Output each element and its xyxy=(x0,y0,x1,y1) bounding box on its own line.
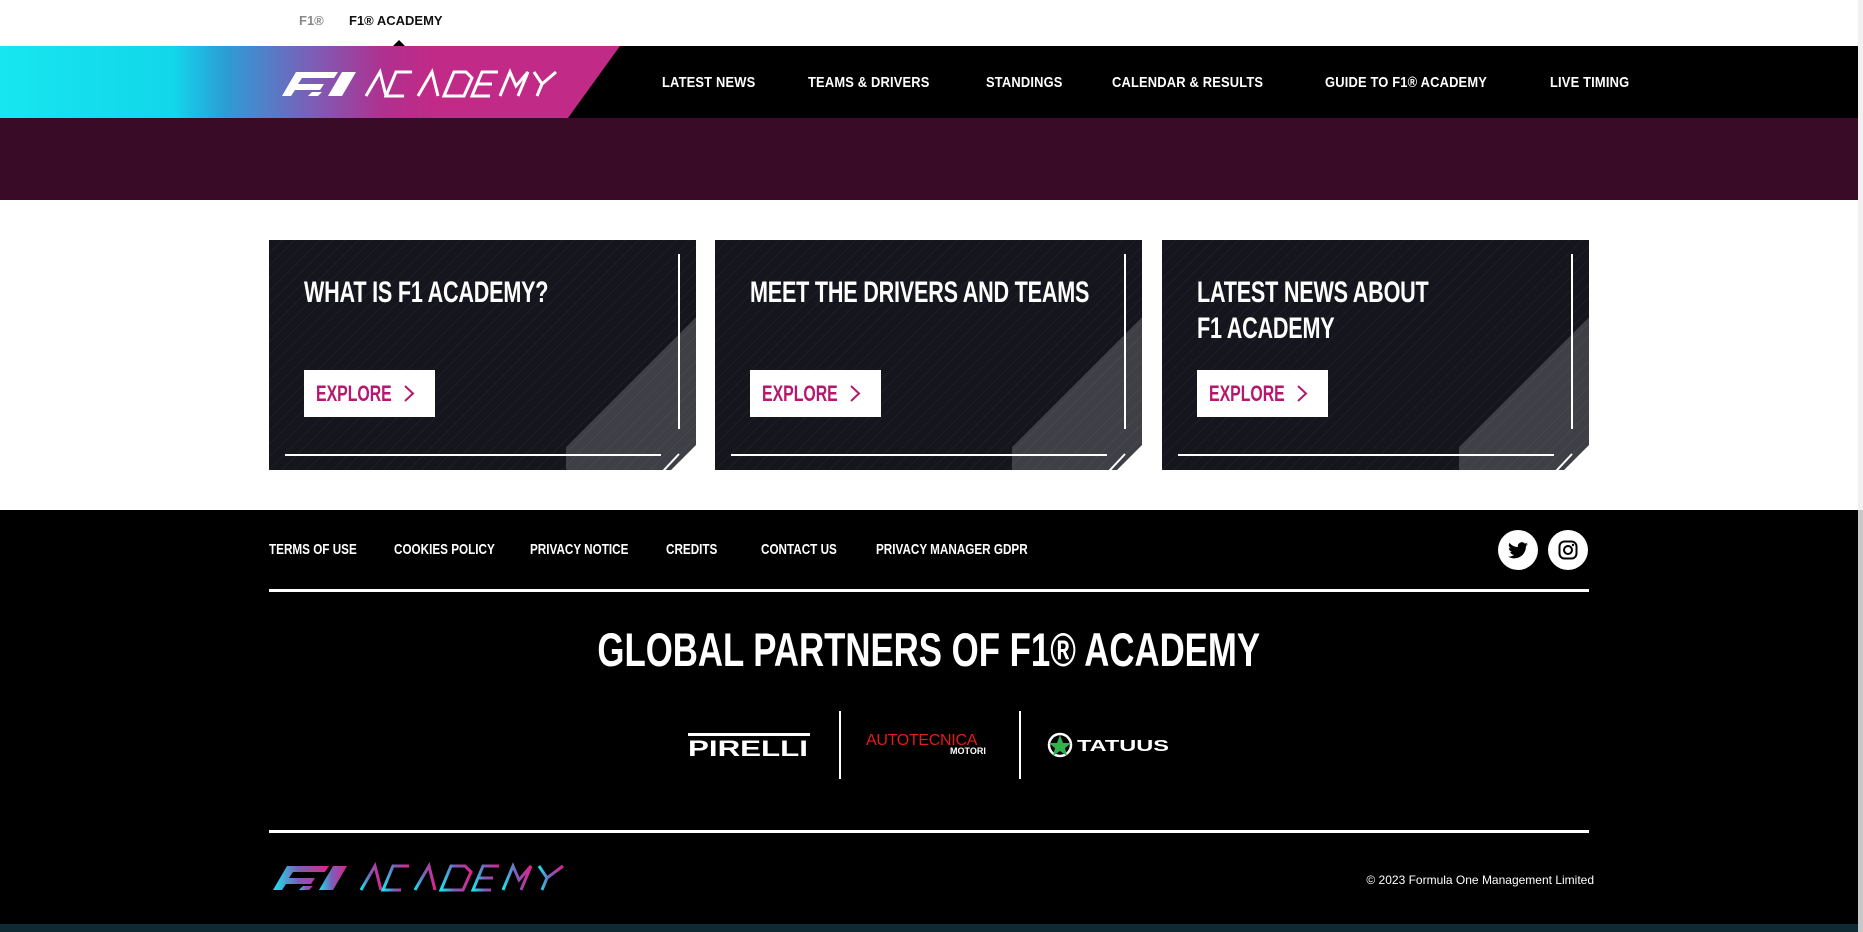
footer-bottom-strip xyxy=(0,924,1858,932)
card-title-line: MEET THE DRIVERS AND TEAMS xyxy=(750,276,1090,309)
card-frame-line xyxy=(1178,454,1554,456)
card-latest-news: LATEST NEWS ABOUT F1 ACADEMY EXPLORE xyxy=(1162,240,1589,470)
explore-button-label: EXPLORE xyxy=(762,381,838,406)
chevron-right-icon xyxy=(404,385,415,402)
footer-privacy-manager-gdpr[interactable]: PRIVACY MANAGER GDPR xyxy=(876,541,1028,558)
tatuus-logo[interactable]: TATUUS xyxy=(1047,729,1171,763)
footer-credits[interactable]: CREDITS xyxy=(666,541,717,558)
copyright-text: © 2023 Formula One Management Limited xyxy=(1366,873,1594,887)
top-site-switcher: F1® F1® ACADEMY xyxy=(0,0,1858,46)
footer-divider xyxy=(269,589,1589,592)
hero-banner xyxy=(0,118,1858,200)
card-corner-shade xyxy=(1012,295,1142,470)
card-title-line: F1 ACADEMY xyxy=(1197,312,1335,345)
card-title: LATEST NEWS ABOUT F1 ACADEMY xyxy=(1197,275,1571,347)
nav-teams-drivers[interactable]: TEAMS & DRIVERS xyxy=(808,74,930,91)
nav-latest-news[interactable]: LATEST NEWS xyxy=(662,74,755,91)
explore-button[interactable]: EXPLORE xyxy=(750,370,881,417)
partners-heading: GLOBAL PARTNERS OF F1® ACADEMY xyxy=(0,622,1858,677)
autotecnica-logo-sub: MOTORI xyxy=(950,746,986,756)
nav-calendar-results[interactable]: CALENDAR & RESULTS xyxy=(1112,74,1263,91)
svg-text:TATUUS: TATUUS xyxy=(1077,738,1169,755)
instagram-link[interactable] xyxy=(1548,530,1588,570)
page-scrollbar-thumb[interactable] xyxy=(1858,510,1863,932)
footer-links: TERMS OF USE COOKIES POLICY PRIVACY NOTI… xyxy=(269,541,1028,558)
main-navigation: LATEST NEWS TEAMS & DRIVERS STANDINGS CA… xyxy=(0,46,1858,118)
f1-site-link[interactable]: F1® xyxy=(299,13,324,28)
explore-button-label: EXPLORE xyxy=(316,381,392,406)
f1-academy-logo[interactable] xyxy=(278,66,560,98)
pirelli-logo[interactable]: PIRELLI xyxy=(688,730,810,760)
explore-button-label: EXPLORE xyxy=(1209,381,1285,406)
footer-divider xyxy=(269,830,1589,833)
f1-academy-footer-logo[interactable] xyxy=(269,860,569,892)
card-meet-drivers-teams: MEET THE DRIVERS AND TEAMS EXPLORE xyxy=(715,240,1142,470)
footer-terms-of-use[interactable]: TERMS OF USE xyxy=(269,541,357,558)
svg-text:PIRELLI: PIRELLI xyxy=(688,736,808,760)
footer-contact-us[interactable]: CONTACT US xyxy=(761,541,837,558)
nav-links: LATEST NEWS TEAMS & DRIVERS STANDINGS CA… xyxy=(662,46,1679,118)
partner-divider xyxy=(1019,711,1021,779)
footer-cookies-policy[interactable]: COOKIES POLICY xyxy=(394,541,495,558)
card-frame-line xyxy=(731,454,1107,456)
nav-guide-to-f1-academy[interactable]: GUIDE TO F1® ACADEMY xyxy=(1325,74,1487,91)
f1-academy-site-link[interactable]: F1® ACADEMY xyxy=(349,13,443,28)
card-corner-shade xyxy=(566,295,696,470)
instagram-icon xyxy=(1558,540,1578,560)
partner-divider xyxy=(839,711,841,779)
twitter-link[interactable] xyxy=(1498,530,1538,570)
chevron-right-icon xyxy=(1297,385,1308,402)
twitter-icon xyxy=(1508,541,1528,558)
card-title: WHAT IS F1 ACADEMY? xyxy=(304,275,678,311)
nav-live-timing[interactable]: LIVE TIMING xyxy=(1550,74,1629,91)
explore-button[interactable]: EXPLORE xyxy=(1197,370,1328,417)
nav-standings[interactable]: STANDINGS xyxy=(986,74,1063,91)
card-title-line: LATEST NEWS ABOUT xyxy=(1197,276,1429,309)
footer-privacy-notice[interactable]: PRIVACY NOTICE xyxy=(530,541,628,558)
partners-heading-text: GLOBAL PARTNERS OF F1® ACADEMY xyxy=(597,623,1261,676)
card-title-line: WHAT IS F1 ACADEMY? xyxy=(304,276,549,309)
card-what-is-f1-academy: WHAT IS F1 ACADEMY? EXPLORE xyxy=(269,240,696,470)
card-frame-line xyxy=(285,454,661,456)
chevron-right-icon xyxy=(850,385,861,402)
explore-button[interactable]: EXPLORE xyxy=(304,370,435,417)
card-title: MEET THE DRIVERS AND TEAMS xyxy=(750,275,1124,311)
